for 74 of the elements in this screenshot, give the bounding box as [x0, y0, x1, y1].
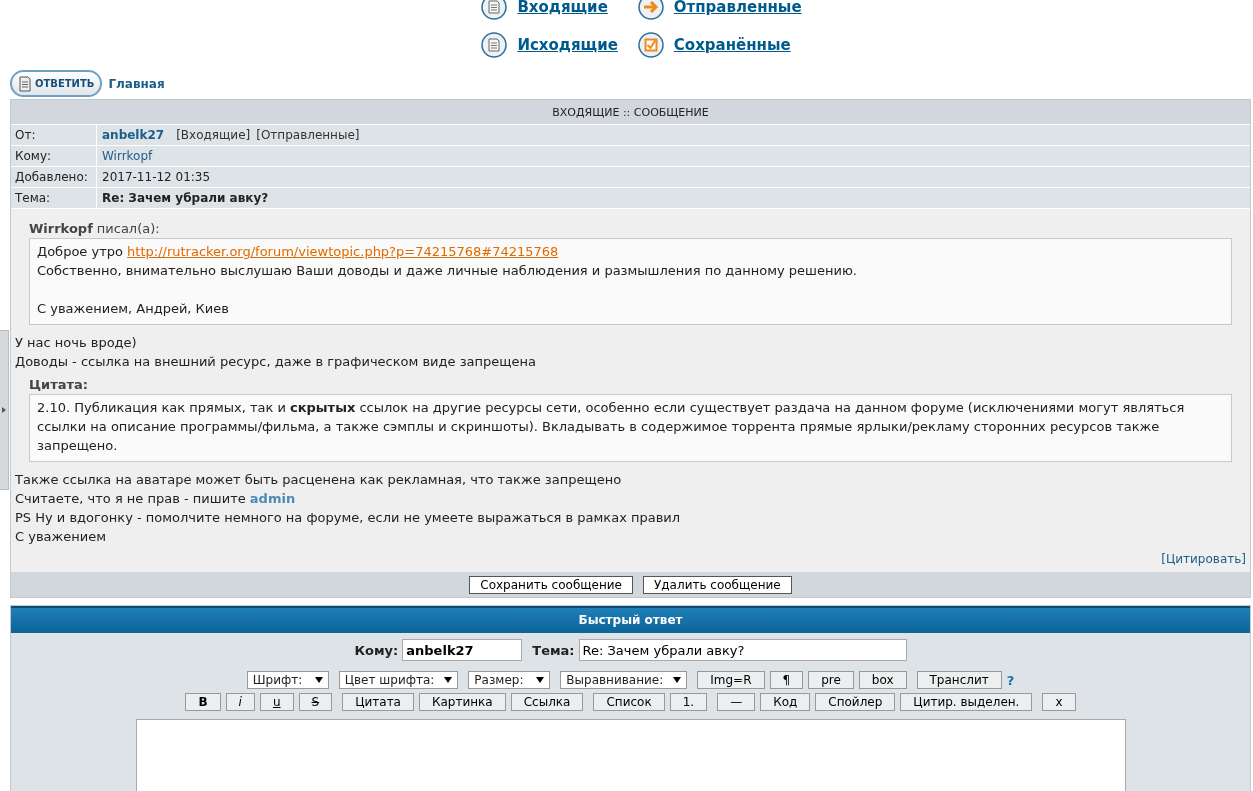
quote-header: Цитата: [29, 377, 88, 392]
toolbar-button[interactable]: pre [808, 671, 854, 689]
toolbar-button[interactable]: Код [760, 693, 811, 711]
toolbar-button[interactable]: u [259, 693, 294, 711]
arrow-right-icon [637, 0, 664, 20]
document-icon [481, 0, 508, 20]
dropdown[interactable]: Цвет шрифта: [338, 671, 459, 689]
subject-field[interactable]: Re: Зачем убрали авку? [578, 639, 907, 661]
field-label: Добавлено: [11, 167, 97, 187]
date-text: 2017-11-12 01:35 [102, 170, 211, 184]
message-line: С уважением [15, 528, 107, 546]
dropdown[interactable]: Выравнивание: [560, 671, 688, 689]
nav-link[interactable]: Сохранённые [637, 32, 802, 58]
quote-header: писал(а): [96, 221, 160, 236]
toolbar-button[interactable]: B [185, 693, 221, 711]
toolbar-button[interactable]: Транслит [916, 671, 1002, 689]
dropdown[interactable]: Размер: [468, 671, 551, 689]
reply-button[interactable]: ОТВЕТИТЬ [10, 70, 103, 97]
toolbar-button[interactable]: Img=R [697, 671, 765, 689]
message-textarea[interactable] [135, 719, 1126, 791]
caret-icon [536, 677, 545, 683]
field-label: Кому: [11, 146, 97, 166]
document-icon [481, 32, 508, 58]
caret-icon [673, 677, 682, 683]
nav-link[interactable]: Исходящие [481, 32, 618, 58]
recipient-link[interactable]: Wirrkopf [102, 149, 153, 163]
toolbar-button[interactable]: i [225, 693, 255, 711]
action-button[interactable]: Сохранить сообщение [469, 576, 633, 594]
toolbar-button[interactable]: Цитата [342, 693, 414, 711]
message-line: У нас ночь вроде) [15, 334, 138, 352]
field-label: Кому: [354, 642, 399, 658]
home-link[interactable]: Главная [108, 76, 165, 91]
nav-link[interactable]: Входящие [481, 0, 618, 20]
recipient-field[interactable]: anbelk27 [402, 639, 523, 661]
subject-text: Re: Зачем убрали авку? [102, 191, 269, 205]
quote-line: Доброе утро http://rutracker.org/forum/viewtopic.php?p=74215768#74215768 [37, 243, 560, 261]
quick-reply-title: Быстрый ответ [11, 606, 1250, 633]
arrow-right-icon [2, 407, 6, 413]
field-label: Тема: [532, 642, 575, 658]
message-line: Также ссылка на аватаре может быть расценена как рекламная, что также запрещено [15, 471, 623, 489]
help-link[interactable]: ? [1006, 672, 1015, 688]
caret-icon [314, 677, 323, 683]
toolbar-button[interactable]: box [858, 671, 907, 689]
checkbox-icon [637, 32, 664, 58]
toolbar-button[interactable]: — [717, 693, 756, 711]
toolbar-button[interactable]: ¶ [769, 671, 804, 689]
quote-line: Собственно, внимательно выслушаю Ваши доводы и даже личные наблюдения и размышления по данному решению. [37, 262, 858, 280]
toolbar-button[interactable]: Список [593, 693, 665, 711]
quote-link[interactable]: [Цитировать] [1161, 552, 1246, 566]
caret-icon [444, 677, 453, 683]
toolbar-button[interactable]: S [298, 693, 333, 711]
toolbar-button[interactable]: 1. [669, 693, 708, 711]
quote-line: С уважением, Андрей, Киев [37, 300, 230, 318]
document-icon [16, 74, 34, 93]
author-link[interactable]: anbelk27 [102, 128, 165, 142]
toolbar-button[interactable]: Ссылка [510, 693, 584, 711]
quote-author: Wirrkopf [29, 221, 93, 236]
message-line: Считаете, что я не прав - пишите admin [15, 490, 297, 508]
sidebar-toggle[interactable] [0, 330, 9, 490]
nav-link[interactable]: Отправленные [637, 0, 802, 20]
message-line: Доводы - ссылка на внешний ресурс, даже в графическом виде запрещена [15, 353, 538, 371]
quote-line: 2.10. Публикация как прямых, так и скрытых ссылок на другие ресурсы сети, особенно если существует раздача на данном форуме (исключениями могут являться ссылки на описание программы/фильма, а также сэмплы и скриншоты). Вкладывать в содержимое торрента прямые ярлыки/рекламу сторонних ресурсов также запрещено. [37, 399, 1186, 455]
toolbar-button[interactable]: Цитир. выделен. [900, 693, 1033, 711]
dropdown[interactable]: Шрифт: [246, 671, 329, 689]
toolbar-button[interactable]: Спойлер [815, 693, 896, 711]
field-label: От: [11, 125, 97, 145]
message-title: ВХОДЯЩИЕ :: СООБЩЕНИЕ [11, 100, 1250, 125]
toolbar-button[interactable]: x [1042, 693, 1076, 711]
action-button[interactable]: Удалить сообщение [643, 576, 792, 594]
folder-link[interactable]: [Отправленные] [256, 128, 360, 142]
toolbar-button[interactable]: Картинка [419, 693, 506, 711]
field-label: Тема: [11, 188, 97, 208]
folder-link[interactable]: [Входящие] [176, 128, 251, 142]
message-line: PS Ну и вдогонку - помолчите немного на форуме, если не умеете выражаться в рамках правил [15, 509, 682, 527]
